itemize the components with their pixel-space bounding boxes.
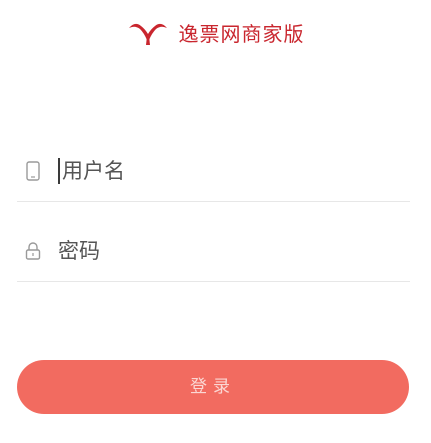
red-bird-logo-icon	[128, 23, 167, 45]
login-button[interactable]: 登录	[17, 360, 409, 414]
lock-icon	[20, 238, 46, 264]
username-field[interactable]	[17, 141, 410, 202]
password-input[interactable]	[58, 231, 410, 271]
brand-header: 逸票网商家版	[0, 17, 431, 47]
phone-icon	[20, 158, 46, 184]
brand-title: 逸票网商家版	[178, 21, 305, 46]
text-caret	[58, 158, 60, 184]
username-input[interactable]	[62, 151, 410, 191]
password-field[interactable]	[17, 221, 410, 282]
